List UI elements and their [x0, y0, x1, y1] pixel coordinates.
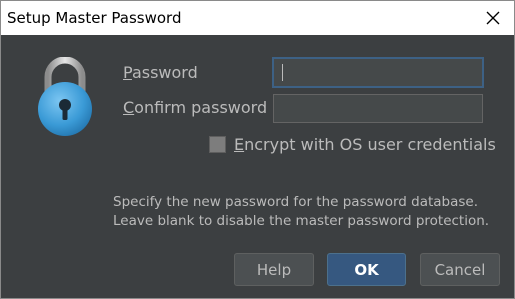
dialog-content: Password Confirm password Encrypt with O…	[1, 35, 514, 298]
ok-button[interactable]: OK	[327, 253, 406, 286]
setup-master-password-dialog: Setup Master Password Password Confirm p…	[0, 0, 515, 299]
title-bar: Setup Master Password	[1, 1, 514, 35]
dialog-title: Setup Master Password	[7, 9, 182, 27]
help-button[interactable]: Help	[234, 253, 314, 286]
password-input[interactable]	[273, 58, 483, 87]
help-line-2: Leave blank to disable the master passwo…	[113, 213, 490, 229]
password-label: Password	[123, 63, 198, 82]
encrypt-os-credentials-label: Encrypt with OS user credentials	[234, 134, 496, 154]
encrypt-os-credentials-checkbox[interactable]	[209, 135, 226, 153]
close-icon[interactable]	[484, 9, 502, 27]
encrypt-os-credentials-option[interactable]: Encrypt with OS user credentials	[209, 133, 496, 155]
confirm-password-label: Confirm password	[123, 98, 268, 117]
text-caret	[282, 64, 283, 81]
cancel-button[interactable]: Cancel	[420, 253, 500, 286]
confirm-password-input[interactable]	[273, 94, 483, 123]
help-line-1: Specify the new password for the passwor…	[113, 194, 479, 210]
help-description: Specify the new password for the passwor…	[113, 193, 489, 231]
lock-icon	[36, 56, 94, 140]
